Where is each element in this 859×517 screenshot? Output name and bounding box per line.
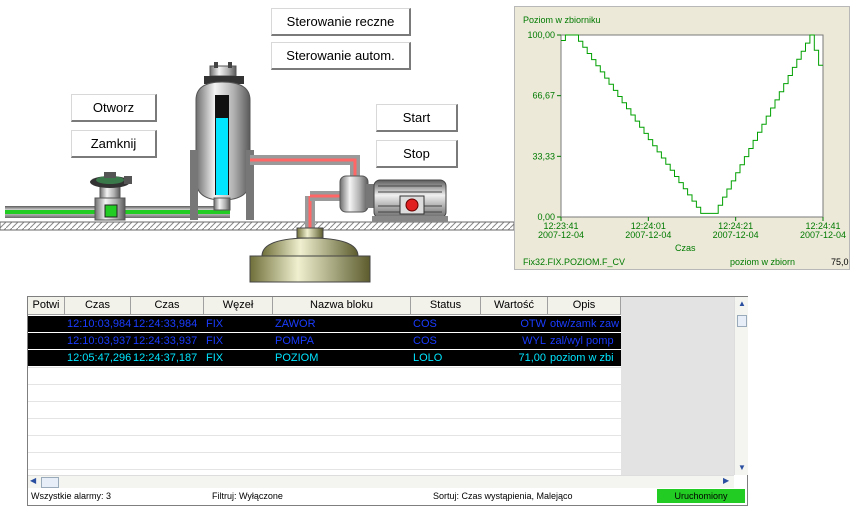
- x-tick-date: 2007-12-04: [800, 230, 846, 240]
- y-tick-label: 33,33: [532, 151, 555, 161]
- alarm-header: Potwi Czas Czas Węzeł Nazwa bloku Status Warto…: [28, 297, 621, 315]
- alarm-row[interactable]: 12:10:03,984 12:24:33,984 FIX ZAWOR COS OTW ot…: [28, 316, 621, 332]
- alarm-cell: 12:10:03,984: [67, 318, 131, 330]
- filter-status: Filtruj: Wyłączone: [212, 491, 283, 501]
- alarm-row[interactable]: 12:05:47,296 12:24:37,187 FIX POZIOM LOLO 71,…: [28, 350, 621, 366]
- grid-line: [28, 401, 621, 402]
- alarm-cell: otw/zamk zaw: [550, 318, 620, 330]
- alarm-cell: 12:24:33,937: [133, 335, 198, 347]
- alarm-cell: OTW: [520, 318, 546, 330]
- alarm-cell: 71,00: [518, 352, 546, 364]
- alarm-status-bar: Wszystkie alarmy: 3 Filtruj: Wyłączone S…: [28, 488, 747, 505]
- column-header[interactable]: Czas: [131, 297, 204, 315]
- grid-line: [28, 367, 621, 368]
- alarm-cell: [28, 316, 65, 332]
- manual-control-button[interactable]: Sterowanie reczne: [271, 8, 411, 36]
- alarm-cell: [28, 350, 65, 366]
- alarm-cell: ZAWOR: [275, 318, 316, 330]
- vertical-scrollbar[interactable]: ▲ ▼: [734, 297, 748, 475]
- auto-control-button[interactable]: Sterowanie autom.: [271, 42, 411, 70]
- grid-line: [28, 435, 621, 436]
- alarm-summary[interactable]: Potwi Czas Czas Węzeł Nazwa bloku Status Warto…: [27, 296, 748, 506]
- alarm-cell: 12:24:33,984: [133, 318, 198, 330]
- sort-status: Sortuj: Czas wystąpienia, Malejąco: [433, 491, 573, 501]
- y-tick-label: 66,67: [532, 91, 555, 101]
- pump-icon: [339, 175, 448, 222]
- scroll-up-icon[interactable]: ▲: [738, 299, 746, 308]
- alarm-cell: zal/wyl pomp: [550, 335, 614, 347]
- chart-current-value: 75,0: [831, 257, 849, 267]
- alarm-cell: 12:05:47,296: [67, 352, 131, 364]
- scroll-right-icon[interactable]: ▶: [723, 476, 729, 485]
- tank-icon: [190, 62, 254, 220]
- alarm-cell: FIX: [206, 335, 224, 347]
- column-header[interactable]: Węzeł: [204, 297, 273, 315]
- grid-line: [28, 418, 621, 419]
- chart-tag: Fix32.FIX.POZIOM.F_CV: [523, 257, 626, 267]
- alarm-cell: 12:24:37,187: [133, 352, 198, 364]
- alarm-cell: POMPA: [275, 335, 314, 347]
- alarm-cell: LOLO: [413, 352, 443, 364]
- vessel-icon: [249, 227, 371, 283]
- grid-line: [28, 384, 621, 385]
- alarm-cell: COS: [413, 318, 437, 330]
- scroll-left-icon[interactable]: ◀: [30, 476, 36, 485]
- pump-start-button[interactable]: Start: [376, 104, 458, 132]
- close-valve-button[interactable]: Zamknij: [71, 130, 157, 158]
- alarm-row[interactable]: 12:10:03,937 12:24:33,937 FIX POMPA COS WYL za…: [28, 333, 621, 349]
- running-status-badge: Uruchomiony: [657, 489, 745, 503]
- alarm-cell: COS: [413, 335, 437, 347]
- alarm-cell: poziom w zbi: [550, 352, 614, 364]
- horizontal-scrollbar[interactable]: ◀ ▶: [28, 475, 734, 488]
- scroll-thumb[interactable]: [737, 315, 747, 327]
- x-tick-date: 2007-12-04: [538, 230, 584, 240]
- hscroll-thumb[interactable]: [41, 477, 59, 488]
- alarm-cell: WYL: [522, 335, 546, 347]
- alarm-cell: [28, 333, 65, 349]
- chart-xlabel: Czas: [675, 243, 696, 253]
- level-chart[interactable]: Poziom w zbiorniku 100,00 66,67 33,33 0,00 1…: [514, 6, 850, 270]
- chart-desc: poziom w zbiorn: [730, 257, 796, 267]
- plot-area: [560, 34, 824, 218]
- alarm-empty-pane: [621, 297, 734, 475]
- column-header[interactable]: Opis: [548, 297, 621, 315]
- column-header[interactable]: Wartość: [481, 297, 548, 315]
- grid-line: [28, 469, 621, 470]
- alarm-cell: POZIOM: [275, 352, 319, 364]
- alarm-cell: 12:10:03,937: [67, 335, 131, 347]
- open-valve-button[interactable]: Otworz: [71, 94, 157, 122]
- column-header[interactable]: Potwi: [28, 297, 65, 315]
- floor: [0, 221, 514, 231]
- scroll-down-icon[interactable]: ▼: [738, 463, 746, 472]
- column-header[interactable]: Czas: [65, 297, 131, 315]
- alarm-cell: FIX: [206, 352, 224, 364]
- alarm-cell: FIX: [206, 318, 224, 330]
- grid-line: [28, 452, 621, 453]
- chart-plot: 100,0066,6733,330,0012:23:412007-12-0412…: [527, 30, 846, 240]
- x-tick-date: 2007-12-04: [625, 230, 671, 240]
- column-header[interactable]: Nazwa bloku: [273, 297, 411, 315]
- pump-stop-button[interactable]: Stop: [376, 140, 458, 168]
- alarm-count: Wszystkie alarmy: 3: [31, 491, 112, 501]
- x-tick-date: 2007-12-04: [713, 230, 759, 240]
- column-header[interactable]: Status: [411, 297, 481, 315]
- y-tick-label: 100,00: [527, 30, 555, 40]
